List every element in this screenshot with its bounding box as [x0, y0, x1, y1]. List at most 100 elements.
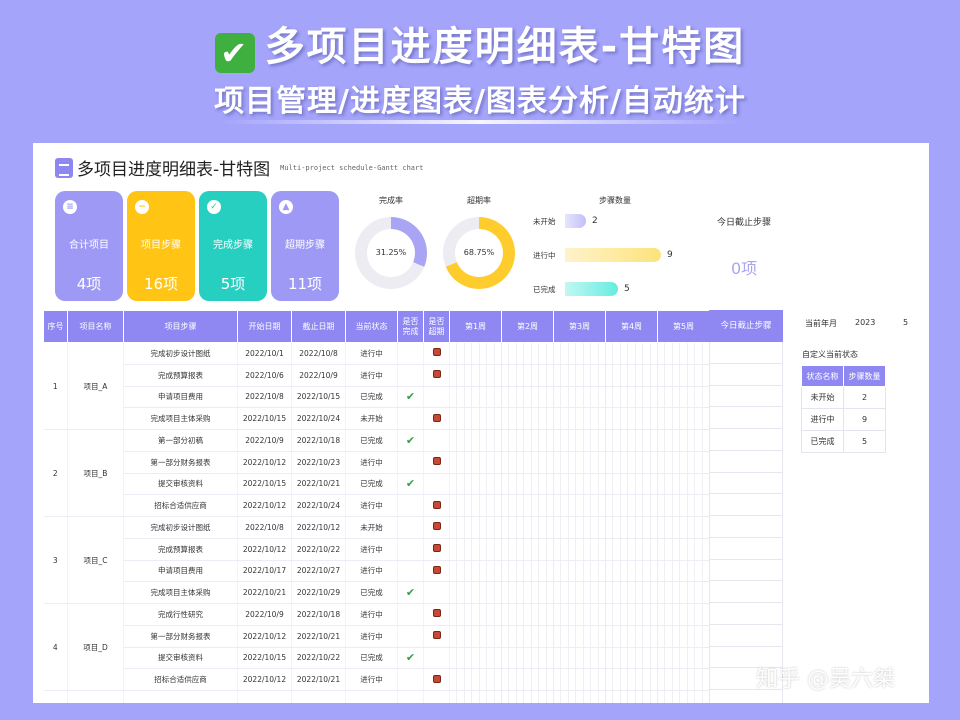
today-due-cell	[709, 363, 783, 386]
week-cell	[605, 668, 658, 691]
table-row[interactable]: 第一部分财务报表 2022/10/12 2022/10/21 进行中	[44, 625, 710, 648]
end-date: 2022/10/21	[291, 473, 346, 496]
week-cell	[501, 625, 554, 648]
current-year-input[interactable]: 2023	[855, 318, 875, 327]
week-cell	[553, 473, 606, 496]
overdue-flag-icon	[432, 348, 441, 357]
completion-donut: 31.25%	[355, 217, 427, 289]
week-cell	[553, 560, 606, 583]
status-row: 进行中 9	[801, 408, 886, 431]
banner-subtitle: 项目管理/进度图表/图表分析/自动统计	[214, 84, 746, 119]
status: 进行中	[345, 494, 398, 517]
week-cell	[449, 560, 502, 583]
step-name: 申请项目费用	[123, 560, 238, 583]
week-cell	[553, 407, 606, 430]
summary-card: ✓ 完成步骤 5项	[199, 191, 267, 301]
week-cell	[449, 364, 502, 387]
week-cell	[657, 625, 710, 648]
week-cell	[605, 581, 658, 604]
week-cell	[501, 473, 554, 496]
project-name: 项目_A	[67, 342, 124, 430]
week-cell	[657, 429, 710, 452]
status: 进行中	[345, 625, 398, 648]
table-row[interactable]: 招标合适供应商 2022/10/12 2022/10/21 进行中	[44, 668, 710, 691]
table-row[interactable]: 招标合适供应商 2022/10/12 2022/10/24 进行中	[44, 494, 710, 517]
table-row[interactable]: 完成项目主体采购 2022/10/15 2022/10/24 未开始	[44, 407, 710, 430]
table-body: 1 项目_A 完成初步设计图纸 2022/10/1 2022/10/8 进行中 完成预算报表…	[43, 342, 710, 703]
done-cell: ✔	[397, 647, 424, 670]
sheet-subtitle: Multi-project schedule-Gantt chart	[280, 163, 424, 172]
week-cell	[605, 538, 658, 561]
col-seq: 序号	[43, 310, 68, 343]
sheet-title: 多项目进度明细表-甘特图 Multi-project schedule-Gant…	[55, 155, 423, 180]
step-name: 第一部分财务报表	[123, 451, 238, 474]
overdue-flag-icon	[432, 413, 441, 422]
spreadsheet: 多项目进度明细表-甘特图 Multi-project schedule-Gant…	[33, 143, 929, 703]
summary-card: ≡ 合计项目 4项	[55, 191, 123, 301]
minus-icon: −	[135, 200, 149, 214]
done-cell	[397, 494, 424, 517]
today-due-header: 今日截止步骤	[709, 310, 783, 342]
table-row[interactable]: 1 项目_A 完成初步设计图纸 2022/10/1 2022/10/8 进行中	[43, 342, 710, 430]
table-row[interactable]: 申请项目费用 2022/10/8 2022/10/15 已完成 ✔	[44, 386, 710, 409]
table-row[interactable]: 4 项目_D 完成行性研究 2022/10/9 2022/10/18 进行中	[43, 603, 710, 691]
status-count: 9	[843, 408, 886, 431]
overdue-donut: 68.75%	[443, 217, 515, 289]
table-row[interactable]: 完成预算报表 2022/10/12 2022/10/22 进行中	[44, 538, 710, 561]
week-cell	[449, 407, 502, 430]
week-cell	[605, 560, 658, 583]
summary-card: − 项目步骤 16项	[127, 191, 195, 301]
today-due-cell	[709, 559, 783, 582]
done-cell: ✔	[397, 581, 424, 604]
card-label: 超期步骤	[285, 240, 325, 251]
done-cell: ✔	[397, 473, 424, 496]
end-date: 2022/10/9	[291, 364, 346, 387]
project-seq: 1	[43, 342, 68, 430]
week-cell	[605, 364, 658, 387]
week-cell	[449, 647, 502, 670]
gantt-table: 序号 项目名称 项目步骤 开始日期 截止日期 当前状态 是否完成 是否超期 第1…	[43, 310, 710, 703]
table-row[interactable]: 申请项目费用 2022/10/17 2022/10/27 进行中	[44, 560, 710, 583]
week-cell	[449, 538, 502, 561]
step-count-name: 进行中	[533, 250, 556, 260]
status-name: 已完成	[801, 430, 844, 453]
status: 进行中	[345, 364, 398, 387]
step-name: 完成预算报表	[123, 364, 238, 387]
week-cell	[501, 668, 554, 691]
status: 进行中	[345, 451, 398, 474]
step-name: 第一部分初稿	[123, 429, 238, 452]
table-row[interactable]: 提交审核资料 2022/10/15 2022/10/22 已完成 ✔	[44, 647, 710, 670]
week-cell	[553, 429, 606, 452]
overdue-cell	[423, 451, 450, 474]
table-row[interactable]: 3 项目_C 完成初步设计图纸 2022/10/8 2022/10/12 未开始	[43, 516, 710, 604]
week-cell	[657, 647, 710, 670]
table-row[interactable]: 完成项目主体采购 2022/10/21 2022/10/29 已完成 ✔	[44, 581, 710, 604]
start-date: 2022/10/12	[237, 668, 292, 691]
week-cell	[657, 603, 710, 626]
done-cell	[397, 342, 424, 365]
card-label: 合计项目	[69, 240, 109, 251]
end-date: 2022/10/21	[291, 625, 346, 648]
end-date: 2022/10/27	[291, 560, 346, 583]
overdue-flag-icon	[432, 500, 441, 509]
current-month-input[interactable]: 5	[903, 318, 908, 327]
table-row[interactable]: 完成预算报表 2022/10/6 2022/10/9 进行中	[44, 364, 710, 387]
status: 进行中	[345, 560, 398, 583]
week-cell	[501, 386, 554, 409]
status-name: 进行中	[801, 408, 844, 431]
sheet-title-text: 多项目进度明细表-甘特图	[77, 160, 271, 180]
end-date: 2022/10/21	[291, 668, 346, 691]
week-cell	[605, 473, 658, 496]
week-cell	[501, 407, 554, 430]
week-cell	[501, 581, 554, 604]
step-count-label: 步骤数量	[599, 196, 631, 205]
step-count-bar	[565, 214, 586, 228]
today-due-cell	[709, 537, 783, 560]
overdue-cell	[423, 560, 450, 583]
table-row[interactable]: 提交审核资料 2022/10/15 2022/10/21 已完成 ✔	[44, 473, 710, 496]
table-row[interactable]: 第一部分财务报表 2022/10/12 2022/10/23 进行中	[44, 451, 710, 474]
start-date: 2022/10/15	[237, 473, 292, 496]
done-cell	[397, 407, 424, 430]
table-row[interactable]: 2 项目_B 第一部分初稿 2022/10/9 2022/10/18 已完成 ✔	[43, 429, 710, 517]
today-due-cell	[709, 385, 783, 408]
